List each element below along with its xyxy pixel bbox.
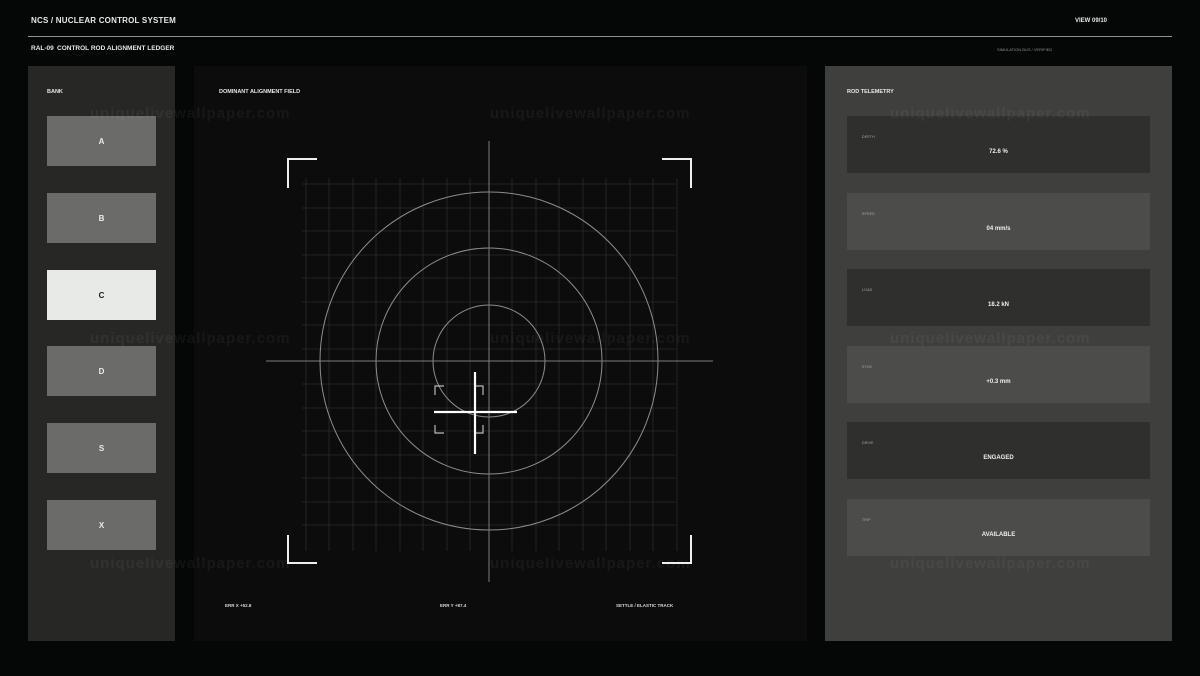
ledger-id: RAL-09	[31, 45, 54, 52]
frame-corner-bottom-left	[287, 535, 317, 564]
telemetry-panel: ROD TELEMETRY DEPTH 72.6 % SPEED 04 mm/s…	[825, 66, 1172, 641]
telemetry-card-sync: SYNC +0.3 mm	[847, 346, 1150, 403]
bank-button-c[interactable]: C	[47, 270, 156, 320]
telemetry-card-value: 04 mm/s	[986, 226, 1011, 232]
bank-button-label: A	[98, 136, 105, 146]
bank-button-label: D	[98, 366, 105, 376]
bank-label: BANK	[47, 89, 63, 95]
telemetry-card-value: 18.2 kN	[987, 302, 1009, 308]
telemetry-card-depth: DEPTH 72.6 %	[847, 116, 1150, 173]
bank-button-x[interactable]: X	[47, 500, 156, 550]
bank-button-a[interactable]: A	[47, 116, 156, 166]
bank-button-label: C	[98, 290, 105, 300]
tracking-mode: SETTLE / ELASTIC TRACK	[616, 603, 674, 608]
telemetry-card-value: +0.3 mm	[986, 379, 1011, 385]
bank-button-s[interactable]: S	[47, 423, 156, 473]
bank-button-label: S	[98, 443, 105, 453]
app-title: NCS / NUCLEAR CONTROL SYSTEM	[31, 16, 177, 25]
telemetry-card-drive: DRIVE ENGAGED	[847, 422, 1150, 479]
telemetry-label: ROD TELEMETRY	[847, 89, 894, 95]
telemetry-card-label: DEPTH	[862, 135, 875, 139]
bank-button-label: X	[98, 520, 105, 530]
telemetry-card-label: SPEED	[862, 212, 875, 216]
alignment-field[interactable]	[194, 66, 807, 641]
telemetry-card-label: LOAD	[862, 288, 873, 292]
error-y-readout: ERR Y +87.4	[440, 603, 467, 608]
center-crosshair	[266, 141, 713, 582]
bank-button-d[interactable]: D	[47, 346, 156, 396]
telemetry-card-label: DRIVE	[862, 441, 874, 445]
bus-status: SIMULATION BUS / VERIFIED	[997, 47, 1053, 52]
telemetry-card-speed: SPEED 04 mm/s	[847, 193, 1150, 250]
telemetry-card-value: AVAILABLE	[981, 532, 1016, 538]
header-divider	[28, 36, 1172, 37]
view-indicator: VIEW 09/10	[1075, 18, 1108, 24]
frame-corner-bottom-right	[662, 535, 692, 564]
telemetry-card-trip: TRIP AVAILABLE	[847, 499, 1150, 556]
bank-button-label: B	[98, 213, 105, 223]
telemetry-card-label: SYNC	[862, 365, 873, 369]
bank-button-b[interactable]: B	[47, 193, 156, 243]
error-x-readout: ERR X +52.8	[225, 603, 252, 608]
telemetry-card-value: ENGAGED	[983, 455, 1014, 461]
telemetry-card-value: 72.6 %	[989, 149, 1008, 155]
telemetry-card-load: LOAD 18.2 kN	[847, 269, 1150, 326]
alignment-field-panel: DOMINANT ALIGNMENT FIELD ERR X +52.8 ERR…	[194, 66, 807, 641]
telemetry-card-label: TRIP	[862, 518, 871, 522]
bank-panel: BANK A B C D S X	[28, 66, 175, 641]
ledger-title: CONTROL ROD ALIGNMENT LEDGER	[57, 45, 175, 52]
